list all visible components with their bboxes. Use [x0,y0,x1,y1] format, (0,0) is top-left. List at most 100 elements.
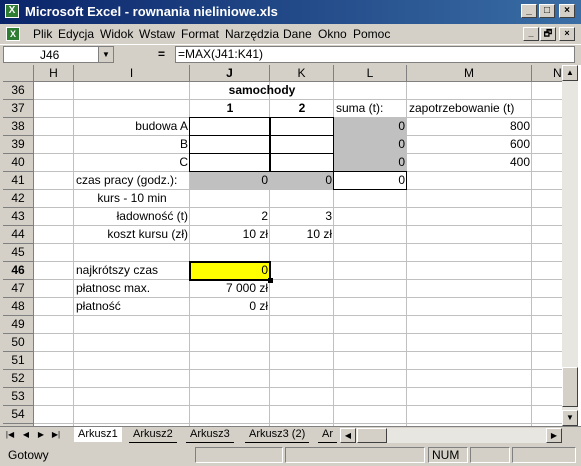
status-panel [512,447,576,463]
row-header-54[interactable]: 54 [3,406,34,424]
cell-j44[interactable]: 10 zł [190,226,270,244]
horizontal-scroll-thumb[interactable] [357,428,387,443]
num-lock-indicator: NUM [428,447,468,463]
row-header-38[interactable]: 38 [3,118,34,136]
cell-j46[interactable]: 0 [190,262,270,280]
column-header-i[interactable]: I [74,65,190,82]
sheet-tab-arkusz3-2[interactable]: Arkusz3 (2) [245,427,310,443]
select-all-corner[interactable] [3,65,34,82]
cell-i44[interactable]: koszt kursu (zł) [74,226,190,244]
cell-i41[interactable]: czas pracy (godz.): [74,172,190,190]
menu-wstaw[interactable]: Wstaw [139,27,175,41]
vertical-scroll-thumb[interactable] [562,367,578,407]
menu-edycja[interactable]: Edycja [58,27,94,41]
cell-i42[interactable]: kurs - 10 min [74,190,190,208]
column-header-l[interactable]: L [334,65,407,82]
cell-m39[interactable]: 600 [407,136,532,154]
column-header-h[interactable]: H [34,65,74,82]
menu-widok[interactable]: Widok [100,27,133,41]
row-header-52[interactable]: 52 [3,370,34,388]
last-sheet-icon[interactable]: ▶| [50,428,62,442]
cell-l40[interactable]: 0 [334,154,407,172]
cell-i48[interactable]: płatność [74,298,190,316]
row-header-39[interactable]: 39 [3,136,34,154]
cell-j41[interactable]: 0 [190,172,270,190]
menu-pomoc[interactable]: Pomoc [353,27,390,41]
cell-i38[interactable]: budowa A [74,118,190,136]
row-header-47[interactable]: 47 [3,280,34,298]
cell-i43[interactable]: ładowność (t) [74,208,190,226]
sheet-tab-ar[interactable]: Ar [318,427,337,443]
maximize-button[interactable]: □ [539,4,555,18]
close-button[interactable]: × [559,4,575,18]
row-header-46[interactable]: 46 [3,262,34,280]
workbook-icon[interactable]: X [6,27,20,41]
row-header-48[interactable]: 48 [3,298,34,316]
name-box[interactable]: J46 ▼ [3,46,114,63]
horizontal-scrollbar[interactable]: ◀ ▶ [340,428,562,443]
cell-m38[interactable]: 800 [407,118,532,136]
cell-j36[interactable]: samochody [190,82,334,100]
cell-j37[interactable]: 1 [190,100,270,118]
edit-formula-button[interactable]: = [158,47,165,61]
column-header-j[interactable]: J [190,65,270,82]
cell-j43[interactable]: 2 [190,208,270,226]
row-header-53[interactable]: 53 [3,388,34,406]
cell-k37[interactable]: 2 [270,100,334,118]
cell-i39[interactable]: B [74,136,190,154]
sheet-tab-arkusz2[interactable]: Arkusz2 [129,427,177,443]
doc-minimize-button[interactable]: _ [523,27,539,41]
doc-close-button[interactable]: × [559,27,575,41]
cell-m37[interactable]: zapotrzebowanie (t) [407,100,532,118]
row-header-42[interactable]: 42 [3,190,34,208]
menu-okno[interactable]: Okno [318,27,347,41]
title-bar: X Microsoft Excel - rownania nieliniowe.… [0,0,581,24]
column-header-m[interactable]: M [407,65,532,82]
row-header-49[interactable]: 49 [3,316,34,334]
cell-k43[interactable]: 3 [270,208,334,226]
cell-k44[interactable]: 10 zł [270,226,334,244]
row-header-44[interactable]: 44 [3,226,34,244]
scroll-down-icon[interactable]: ▼ [562,410,578,426]
row-header-45[interactable]: 45 [3,244,34,262]
next-sheet-icon[interactable]: ▶ [35,428,47,442]
row-header-51[interactable]: 51 [3,352,34,370]
scroll-left-icon[interactable]: ◀ [340,428,356,443]
cell-l41[interactable]: 0 [334,172,407,190]
row-header-41[interactable]: 41 [3,172,34,190]
doc-restore-button[interactable]: 🗗 [540,27,556,41]
menu-narzedzia[interactable]: Narzędzia [225,27,279,41]
row-header-40[interactable]: 40 [3,154,34,172]
cell-l38[interactable]: 0 [334,118,407,136]
cell-j47[interactable]: 7 000 zł [190,280,270,298]
cell-i40[interactable]: C [74,154,190,172]
cell-i46[interactable]: najkrótszy czas [74,262,190,280]
row-header-37[interactable]: 37 [3,100,34,118]
row-header-50[interactable]: 50 [3,334,34,352]
menu-plik[interactable]: Plik [33,27,52,41]
cell-k41[interactable]: 0 [270,172,334,190]
sheet-tab-arkusz3[interactable]: Arkusz3 [186,427,234,443]
menu-dane[interactable]: Dane [283,27,312,41]
row-header-43[interactable]: 43 [3,208,34,226]
fill-handle[interactable] [268,278,273,283]
cell-j48[interactable]: 0 zł [190,298,270,316]
row-header-36[interactable]: 36 [3,82,34,100]
cell-m40[interactable]: 400 [407,154,532,172]
minimize-button[interactable]: _ [521,4,537,18]
cell-l37[interactable]: suma (t): [334,100,407,118]
scroll-up-icon[interactable]: ▲ [562,65,578,81]
cell-i47[interactable]: płatnosc max. [74,280,190,298]
menu-format[interactable]: Format [181,27,219,41]
prev-sheet-icon[interactable]: ◀ [20,428,32,442]
excel-icon[interactable]: X [5,4,19,18]
formula-input[interactable]: =MAX(J41:K41) [175,46,575,63]
first-sheet-icon[interactable]: |◀ [4,428,16,442]
scroll-right-icon[interactable]: ▶ [546,428,562,443]
sheet-tab-arkusz1[interactable]: Arkusz1 [74,427,122,442]
column-header-k[interactable]: K [270,65,334,82]
cell-l39[interactable]: 0 [334,136,407,154]
chevron-down-icon[interactable]: ▼ [98,47,113,62]
worksheet-grid[interactable]: H I J K L M N 36 37 38 39 40 41 42 43 44… [3,65,581,426]
vertical-scrollbar[interactable]: ▲ ▼ [562,65,578,426]
